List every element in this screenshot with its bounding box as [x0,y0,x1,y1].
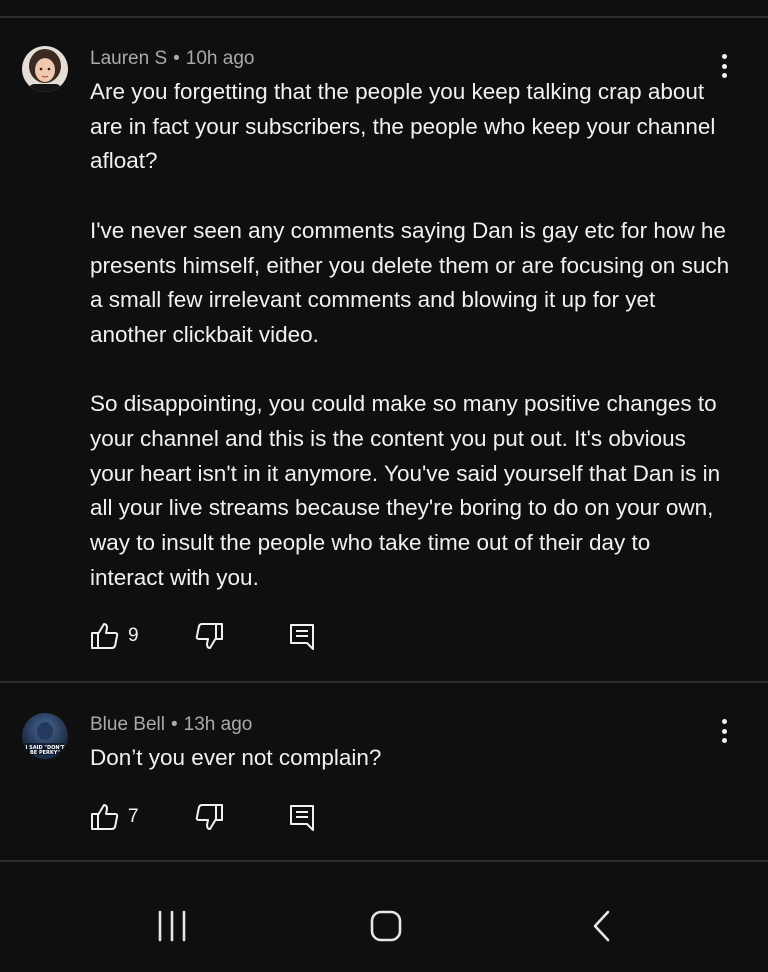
avatar[interactable] [22,46,68,92]
comment-text: Are you forgetting that the people you k… [90,75,730,596]
comment-text: Don’t you ever not complain? [90,741,730,776]
comment-meta: Blue Bell • 13h ago [90,713,252,737]
avatar[interactable]: I SAID "DON'T BE PERKY" [22,713,68,759]
comment-meta: Lauren S • 10h ago [90,47,254,71]
thumbs-up-icon [90,802,120,832]
comment-paragraph: Don’t you ever not complain? [90,745,382,770]
like-count: 7 [128,806,139,827]
separator-dot: • [173,48,180,69]
svg-text:BE PERKY": BE PERKY" [30,750,60,756]
comment-divider [0,681,768,683]
thumbs-up-icon [90,621,120,651]
thumbs-down-icon [194,621,224,651]
back-button[interactable] [578,908,626,948]
like-count: 9 [128,625,139,646]
recent-apps-button[interactable] [148,908,196,948]
home-button[interactable] [362,908,410,948]
comment-author[interactable]: Blue Bell [90,714,165,735]
reply-comment-icon [289,802,315,832]
back-chevron-icon [591,909,613,948]
reply-button[interactable] [289,802,315,832]
comment-divider [0,860,768,862]
reply-button[interactable] [289,621,315,651]
like-button[interactable]: 7 [90,802,139,832]
comment-paragraph: I've never seen any comments saying Dan … [90,217,730,347]
dislike-button[interactable] [194,621,224,651]
thumbs-down-icon [194,802,224,832]
like-button[interactable]: 9 [90,621,139,651]
reply-comment-icon [289,621,315,651]
comment-author[interactable]: Lauren S [90,48,167,69]
comment-time[interactable]: 10h ago [186,48,255,69]
dislike-button[interactable] [194,802,224,832]
recent-apps-icon [156,909,188,948]
comment-paragraph: So disappointing, you could make so many… [90,391,721,590]
comment-paragraph: Are you forgetting that the people you k… [90,79,716,174]
system-navigation-bar [0,880,768,972]
comment-time[interactable]: 13h ago [184,714,253,735]
top-divider [0,16,768,18]
separator-dot: • [171,714,178,735]
home-icon [369,909,403,948]
